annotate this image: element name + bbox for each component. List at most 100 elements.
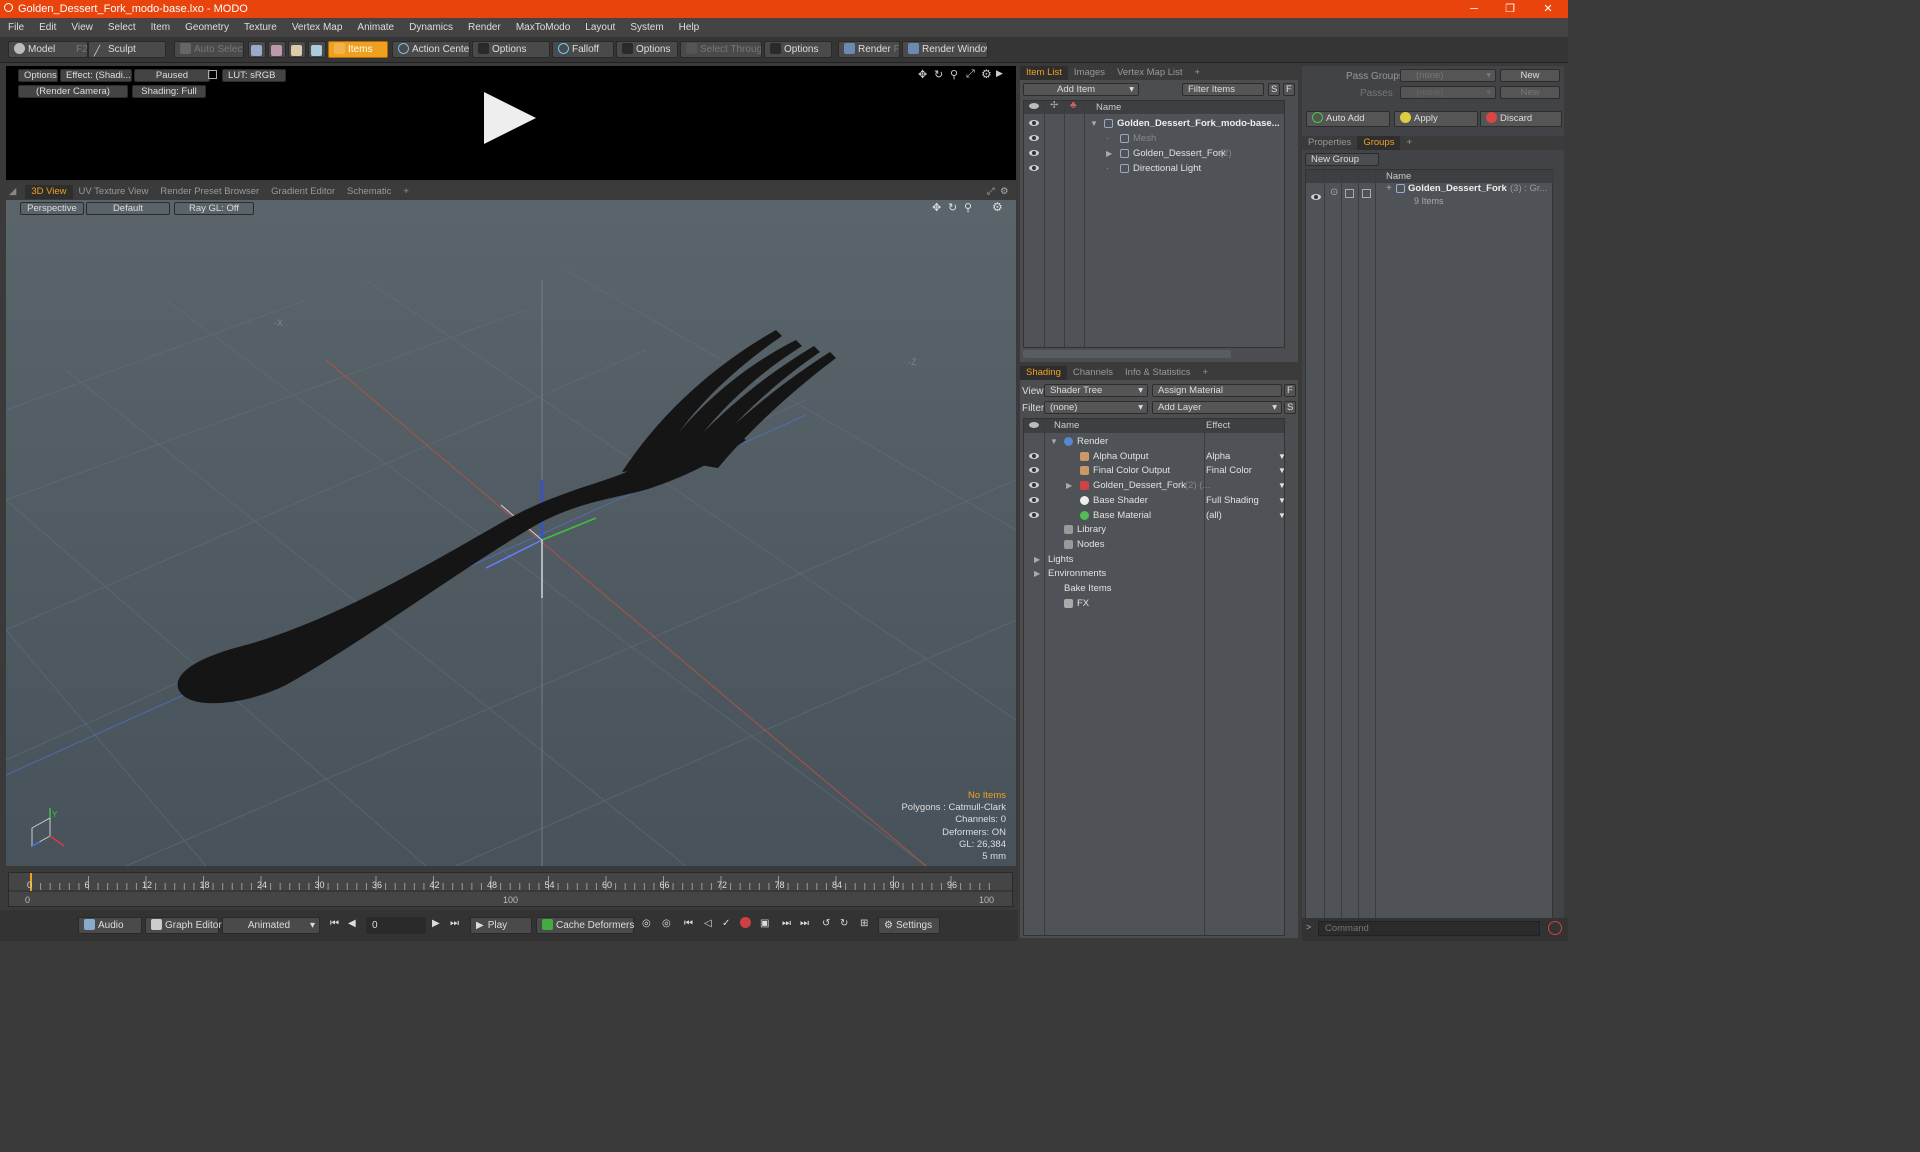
render-button[interactable]: Render F9 <box>838 41 900 58</box>
visibility-eye-icon[interactable] <box>1029 120 1039 126</box>
shading-tab-1[interactable]: Channels <box>1067 366 1119 380</box>
expand-arrow-icon[interactable]: ▼ <box>1090 116 1098 131</box>
shader-effect-value[interactable]: Full Shading <box>1206 493 1259 508</box>
sync-icon[interactable]: ↻ <box>840 918 848 929</box>
shader-row[interactable]: Nodes <box>1024 537 1284 552</box>
viewport-move-icon[interactable]: ✥ <box>932 201 941 214</box>
shader-row[interactable]: Library <box>1024 522 1284 537</box>
minimize-button[interactable]: ─ <box>1456 0 1492 18</box>
timeline[interactable]: 0 6 12 18 24 30 36 42 48 54 60 66 72 78 84 90 96 0 100 1… <box>8 872 1013 907</box>
passes-dropdown[interactable]: (none) ▾ <box>1400 86 1496 99</box>
new-pass-button[interactable]: New <box>1500 86 1560 99</box>
shader-row[interactable]: ▶ Golden_Dessert_Fork(2) (... ▼ <box>1024 478 1284 493</box>
visibility-eye-icon[interactable] <box>1029 467 1039 474</box>
lut-dropdown[interactable]: LUT: sRGB <box>222 69 286 82</box>
expand-arrow-icon[interactable]: ▶ <box>1066 478 1072 493</box>
expand-arrow-icon[interactable]: · <box>1106 131 1109 146</box>
item-list-row[interactable]: · Directional Light <box>1024 161 1284 176</box>
view-dropdown[interactable]: Shader Tree ▾ <box>1044 384 1148 397</box>
effect-dropdown-arrow-icon[interactable]: ▼ <box>1278 508 1284 523</box>
last-frame-icon[interactable]: ⏭ <box>450 918 459 929</box>
visibility-eye-icon[interactable] <box>1029 150 1039 156</box>
default-style-dropdown[interactable]: Default <box>86 202 170 215</box>
preview-options-button[interactable]: Options <box>18 69 58 82</box>
menu-file[interactable]: File <box>0 22 31 33</box>
record-key-icon[interactable]: ◎ <box>642 918 651 929</box>
edges-mode-icon[interactable] <box>268 41 286 58</box>
visibility-eye-icon[interactable] <box>1029 452 1039 459</box>
shader-effect-value[interactable]: Alpha <box>1206 449 1230 464</box>
key-next-icon[interactable]: ⏭ <box>782 918 791 929</box>
move-icon[interactable]: ✥ <box>918 68 927 81</box>
viewport-tab-5[interactable]: + <box>397 185 415 199</box>
groups-list[interactable]: Name ⊙ + Golden_Dessert_Fork (3) : Gr...… <box>1305 169 1554 935</box>
shader-row[interactable]: ▶ Environments <box>1024 566 1284 581</box>
render-window-button[interactable]: Render Window <box>902 41 988 58</box>
shader-row[interactable]: FX <box>1024 596 1284 611</box>
key-icon[interactable]: ◁ <box>704 918 712 929</box>
item-list-row[interactable]: · Mesh <box>1024 131 1284 146</box>
key-last-icon[interactable]: ⏭ <box>800 918 809 929</box>
shading-dropdown[interactable]: Shading: Full <box>132 85 206 98</box>
graph-editor-button[interactable]: Graph Editor <box>145 917 222 934</box>
groups-tab-2[interactable]: + <box>1400 136 1418 150</box>
next-key-icon[interactable]: ▶ <box>432 918 440 929</box>
animated-dropdown[interactable]: Animated ▾ <box>222 917 320 934</box>
itemlist-tab-2[interactable]: Vertex Map List <box>1111 66 1188 80</box>
itemlist-tab-3[interactable]: + <box>1189 66 1207 80</box>
snap-icon[interactable]: ⊞ <box>860 918 868 929</box>
menu-select[interactable]: Select <box>100 22 143 33</box>
shader-row[interactable]: Base Material (all) ▼ <box>1024 508 1284 523</box>
add-layer-dropdown[interactable]: Add Layer ▾ <box>1152 401 1282 414</box>
shading-f-button[interactable]: F <box>1284 384 1296 397</box>
select-through-button[interactable]: Select Through <box>680 41 762 58</box>
add-item-dropdown[interactable]: Add Item ▾ <box>1023 83 1139 96</box>
effect-dropdown-arrow-icon[interactable]: ▼ <box>1278 463 1284 478</box>
shader-row[interactable]: Bake Items <box>1024 581 1284 596</box>
group-lock-checkbox[interactable] <box>1345 189 1354 198</box>
group-visibility-icon[interactable] <box>1311 194 1321 200</box>
item-list-f-button[interactable]: F <box>1283 83 1295 96</box>
menu-dynamics[interactable]: Dynamics <box>401 22 460 33</box>
first-frame-icon[interactable]: ⏮ <box>330 918 339 929</box>
panel-gear-icon[interactable]: ⚙ <box>994 185 1015 199</box>
itemlist-tab-0[interactable]: Item List <box>1020 66 1068 80</box>
assign-material-button[interactable]: Assign Material <box>1152 384 1282 397</box>
gear-icon[interactable]: ⚙ <box>981 67 992 81</box>
paused-toggle[interactable]: Paused <box>134 69 210 82</box>
loop-icon[interactable]: ↺ <box>822 918 830 929</box>
auto-add-button[interactable]: Auto Add <box>1306 111 1390 127</box>
new-group-button[interactable]: New Group <box>1305 153 1379 166</box>
viewport-tab-1[interactable]: UV Texture View <box>73 185 155 199</box>
effect-dropdown-arrow-icon[interactable]: ▼ <box>1278 493 1284 508</box>
auto-select-button[interactable]: Auto Select <box>174 41 244 58</box>
shading-tab-3[interactable]: + <box>1197 366 1215 380</box>
close-button[interactable]: ✕ <box>1530 0 1566 18</box>
menu-system[interactable]: System <box>622 22 670 33</box>
items-mode-button[interactable]: Items <box>328 41 388 58</box>
effect-dropdown-arrow-icon[interactable]: ▼ <box>1278 478 1284 493</box>
menu-maxtomodo[interactable]: MaxToModo <box>508 22 577 33</box>
item-list-scrollbar[interactable] <box>1023 350 1231 358</box>
group-expand-icon[interactable]: + <box>1386 183 1392 194</box>
new-pass-group-button[interactable]: New <box>1500 69 1560 82</box>
polygons-mode-icon[interactable] <box>288 41 306 58</box>
menu-texture[interactable]: Texture <box>236 22 284 33</box>
play-icon[interactable] <box>482 90 538 146</box>
materials-mode-icon[interactable] <box>308 41 326 58</box>
shader-row[interactable]: ▼ Render <box>1024 434 1284 449</box>
item-list-s-button[interactable]: S <box>1268 83 1280 96</box>
channels-icon[interactable]: ✓ <box>722 918 730 929</box>
visibility-eye-icon[interactable] <box>1029 511 1039 518</box>
expand-arrow-icon[interactable]: · <box>1106 161 1109 176</box>
pass-groups-dropdown[interactable]: (none) ▾ <box>1400 69 1496 82</box>
filter-dropdown[interactable]: (none) ▾ <box>1044 401 1148 414</box>
item-list-tree[interactable]: ✢ ♣ Name ▼ Golden_Dessert_Fork_modo-base.… <box>1023 100 1285 348</box>
maximize-button[interactable]: ❐ <box>1492 0 1528 18</box>
shader-row[interactable]: Base Shader Full Shading ▼ <box>1024 493 1284 508</box>
cache-deformers-button[interactable]: Cache Deformers <box>536 917 634 934</box>
menu-animate[interactable]: Animate <box>349 22 401 33</box>
expand-arrow-icon[interactable]: ▼ <box>1050 434 1058 449</box>
maximize-view-icon[interactable]: ⤢ <box>966 68 975 81</box>
menu-item[interactable]: Item <box>143 22 177 33</box>
